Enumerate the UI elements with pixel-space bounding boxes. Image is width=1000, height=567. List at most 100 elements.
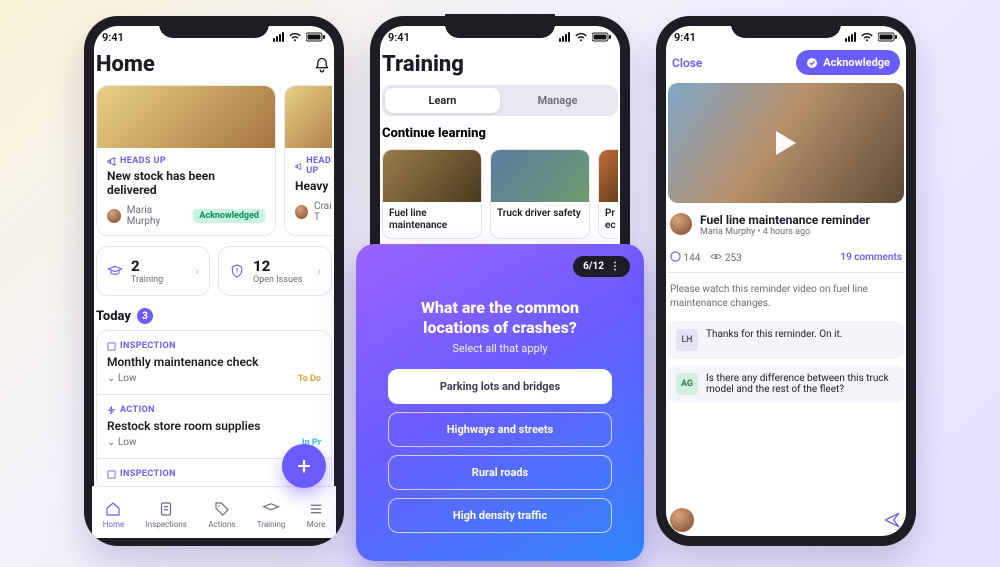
check-circle-icon [806, 57, 818, 69]
device-notch [159, 16, 269, 38]
device-notch [731, 16, 841, 38]
learning-tile[interactable]: Pr ec [598, 149, 618, 239]
tab-more[interactable]: More [307, 500, 325, 529]
tile-thumbnail [599, 150, 618, 202]
today-count-badge: 3 [137, 308, 153, 324]
avatar [670, 213, 692, 235]
engagement-bar: 144 253 19 comments [668, 247, 904, 273]
quiz-question: What are the common locations of crashes… [388, 298, 612, 338]
tab-home[interactable]: Home [103, 500, 125, 529]
bell-icon[interactable] [312, 56, 332, 76]
phone-post: 9:41 Close Acknowledge Fuel line mainten… [656, 16, 916, 546]
chevron-right-icon: › [195, 264, 199, 278]
continue-learning-header: Continue learning [382, 126, 618, 141]
learning-tile[interactable]: Truck driver safety [490, 149, 590, 239]
comment-item[interactable]: LH Thanks for this reminder. On it. [668, 321, 904, 359]
phone-home: 9:41 Home HEADS UP New stock has been de… [84, 16, 344, 546]
menu-icon [307, 500, 325, 518]
acknowledge-button[interactable]: Acknowledge [796, 50, 900, 75]
today-header: Today 3 [96, 308, 332, 324]
more-vertical-icon[interactable]: ⋮ [610, 261, 620, 272]
feed-tag: HEADS UP [107, 156, 265, 166]
status-time: 9:41 [674, 31, 696, 44]
views-count: 253 [710, 251, 741, 264]
signal-icon [273, 32, 284, 42]
learning-tile[interactable]: Fuel line maintenance [382, 149, 482, 239]
battery-icon [306, 32, 326, 42]
learning-tiles[interactable]: Fuel line maintenance Truck driver safet… [382, 149, 618, 239]
feed-thumbnail [285, 86, 332, 148]
segmented-control[interactable]: Learn Manage [382, 85, 618, 116]
signal-icon [559, 32, 570, 42]
segment-manage[interactable]: Manage [500, 88, 615, 113]
fab-add-button[interactable]: + [282, 444, 326, 488]
home-icon [104, 500, 122, 518]
page-title: Training [382, 52, 618, 77]
video-player[interactable] [668, 83, 904, 203]
close-button[interactable]: Close [672, 56, 702, 70]
megaphone-icon [107, 157, 116, 166]
post-description: Please watch this reminder video on fuel… [670, 283, 902, 311]
graduation-cap-icon [107, 263, 123, 279]
feed-title: New stock has been delivered [107, 169, 265, 197]
quiz-progress[interactable]: 6/12 ⋮ [573, 256, 630, 277]
feed-thumbnail [97, 86, 275, 148]
segment-learn[interactable]: Learn [385, 88, 500, 113]
megaphone-icon [295, 162, 302, 171]
avatar [295, 205, 308, 219]
phone-training: 9:41 Training Learn Manage Continue lear… [370, 16, 630, 546]
graduation-cap-icon [262, 500, 280, 518]
stat-issues[interactable]: 12Open Issues › [218, 246, 332, 296]
tag-icon [213, 500, 231, 518]
quiz-option[interactable]: Rural roads [388, 455, 612, 490]
comment-avatar: AG [676, 373, 698, 395]
post-meta: Maria Murphy • 4 hours ago [700, 227, 870, 237]
reactions-count[interactable]: 144 [670, 251, 700, 264]
feed-card[interactable]: HEADS UP New stock has been delivered Ma… [96, 85, 276, 236]
quiz-subtitle: Select all that apply [378, 342, 622, 355]
send-icon[interactable] [882, 510, 902, 530]
status-time: 9:41 [388, 31, 410, 44]
clipboard-icon [107, 342, 116, 351]
tile-thumbnail [383, 150, 481, 202]
feed-title: Heavy st [295, 179, 332, 193]
post-title: Fuel line maintenance reminder [700, 213, 870, 227]
shield-alert-icon [229, 263, 245, 279]
tab-inspections[interactable]: Inspections [146, 500, 187, 529]
quiz-option[interactable]: Parking lots and bridges [388, 369, 612, 404]
comments-link[interactable]: 19 comments [840, 252, 902, 263]
avatar [670, 508, 694, 532]
battery-icon [592, 32, 612, 42]
comment-text: Thanks for this reminder. On it. [706, 329, 842, 351]
wifi-icon [288, 32, 302, 42]
feed-scroller[interactable]: HEADS UP New stock has been delivered Ma… [96, 85, 332, 236]
device-notch [445, 14, 555, 38]
comment-item[interactable]: AG Is there any difference between this … [668, 365, 904, 403]
tile-thumbnail [491, 150, 589, 202]
battery-icon [878, 32, 898, 42]
comment-composer[interactable] [670, 508, 902, 532]
smile-icon [670, 251, 681, 262]
page-title: Home [96, 52, 155, 77]
comment-avatar: LH [676, 329, 698, 351]
task-item[interactable]: INSPECTION Monthly maintenance check ⌄ L… [97, 331, 331, 395]
avatar [107, 209, 121, 223]
tab-bar: Home Inspections Actions Training More [92, 486, 336, 538]
quiz-option[interactable]: Highways and streets [388, 412, 612, 447]
play-icon [776, 131, 796, 155]
quiz-card: 6/12 ⋮ What are the common locations of … [356, 244, 644, 561]
wifi-icon [860, 32, 874, 42]
clipboard-icon [107, 470, 116, 479]
feed-card[interactable]: HEADS UP Heavy st Craig T [284, 85, 332, 236]
feed-tag: HEADS UP [295, 156, 332, 176]
status-time: 9:41 [102, 31, 124, 44]
status-badge: Acknowledged [193, 209, 265, 223]
quiz-option[interactable]: High density traffic [388, 498, 612, 533]
stat-training[interactable]: 2Training › [96, 246, 210, 296]
comment-text: Is there any difference between this tru… [706, 373, 896, 395]
feed-author: Craig T [314, 201, 332, 223]
tab-training[interactable]: Training [257, 500, 286, 529]
comment-input[interactable] [702, 516, 874, 524]
chevron-right-icon: › [317, 264, 321, 278]
tab-actions[interactable]: Actions [208, 500, 235, 529]
